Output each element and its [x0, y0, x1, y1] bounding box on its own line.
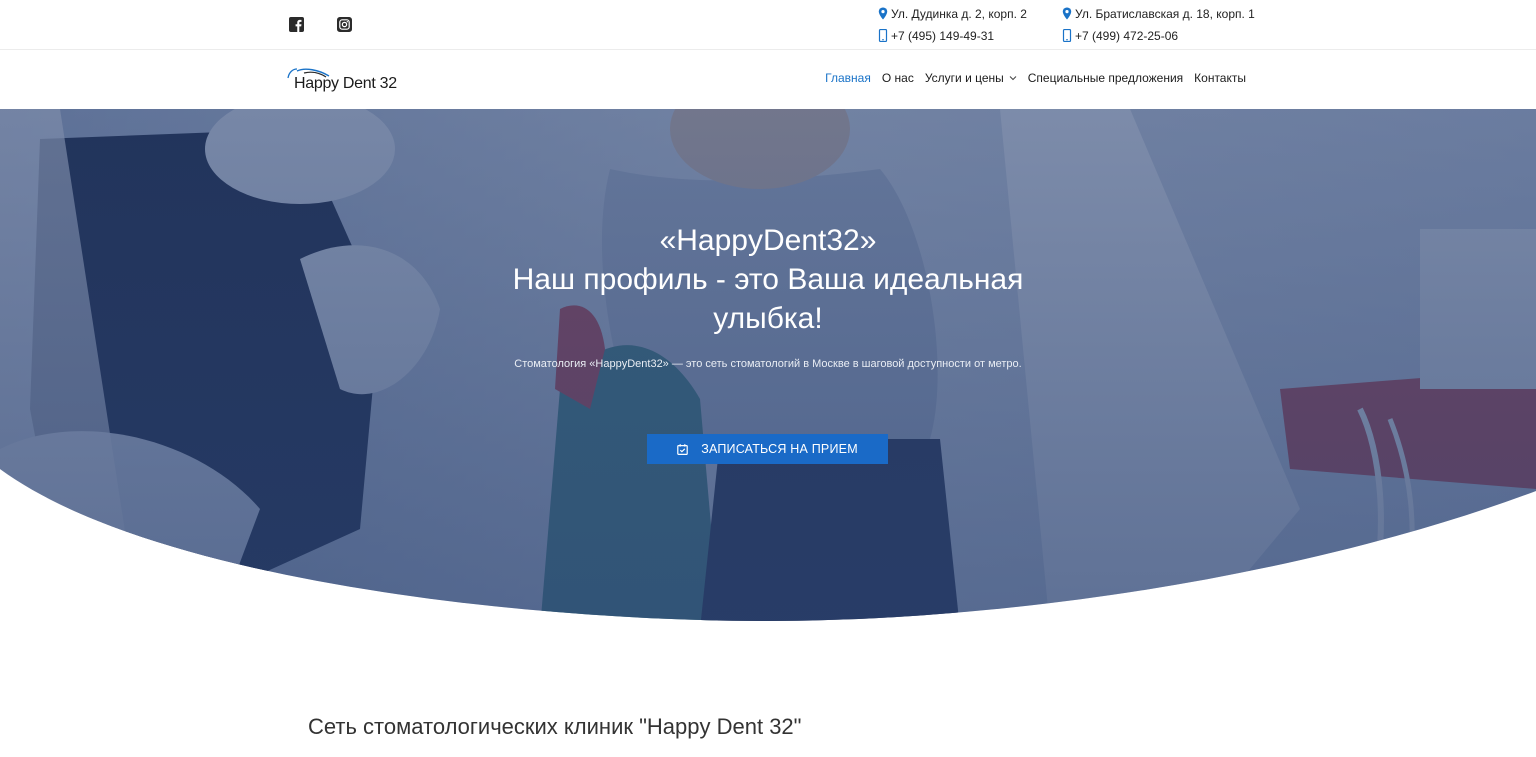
address-text: Ул. Дудинка д. 2, корп. 2	[891, 6, 1027, 21]
hero-title: «HappyDent32» Наш профиль - это Ваша иде…	[468, 221, 1068, 338]
mobile-phone-icon	[1061, 29, 1073, 42]
hero-content: «HappyDent32» Наш профиль - это Ваша иде…	[0, 109, 1536, 629]
top-bar: Ул. Дудинка д. 2, корп. 2 +7 (495) 149-4…	[0, 0, 1536, 50]
nav-item-contacts[interactable]: Контакты	[1194, 71, 1246, 85]
nav-item-home[interactable]: Главная	[825, 71, 871, 85]
site-header: Happy Dent 32 Главная О нас Услуги и цен…	[0, 51, 1536, 109]
nav-item-about[interactable]: О нас	[882, 71, 914, 85]
phone-line: +7 (499) 472-25-06	[1061, 27, 1255, 44]
address-line: Ул. Дудинка д. 2, корп. 2	[877, 5, 1027, 22]
instagram-icon[interactable]	[337, 17, 352, 32]
phone-link[interactable]: +7 (499) 472-25-06	[1075, 29, 1178, 43]
chevron-down-icon[interactable]	[1009, 74, 1017, 82]
hero-banner: «HappyDent32» Наш профиль - это Ваша иде…	[0, 109, 1536, 629]
hero-title-line2: Наш профиль - это Ваша идеальная улыбка!	[512, 263, 1024, 335]
phone-link[interactable]: +7 (495) 149-49-31	[891, 29, 994, 43]
phone-line: +7 (495) 149-49-31	[877, 27, 1027, 44]
address-text: Ул. Братиславская д. 18, корп. 1	[1075, 6, 1255, 21]
section-title: Сеть стоматологических клиник "Happy Den…	[308, 714, 802, 739]
hero-description: Стоматология «HappyDent32» — это сеть ст…	[514, 358, 1022, 370]
logo-text: Happy Dent 32	[294, 75, 397, 92]
nav-item-special-offers[interactable]: Специальные предложения	[1028, 71, 1183, 85]
hero-title-line1: «HappyDent32»	[659, 224, 877, 257]
facebook-icon[interactable]	[289, 17, 304, 32]
site-logo[interactable]: Happy Dent 32	[285, 64, 410, 96]
address-line: Ул. Братиславская д. 18, корп. 1	[1061, 5, 1255, 22]
location-1: Ул. Дудинка д. 2, корп. 2 +7 (495) 149-4…	[877, 5, 1027, 49]
main-nav: Главная О нас Услуги и цены Специальные …	[814, 71, 1246, 85]
book-appointment-button[interactable]: ЗАПИСАТЬСЯ НА ПРИЕМ	[647, 434, 888, 464]
mobile-phone-icon	[877, 29, 889, 42]
nav-item-services-label: Услуги и цены	[924, 71, 1004, 85]
nav-item-services[interactable]: Услуги и цены	[925, 71, 1017, 85]
book-appointment-label: ЗАПИСАТЬСЯ НА ПРИЕМ	[701, 442, 858, 456]
map-marker-icon	[877, 7, 889, 20]
calendar-check-icon	[677, 443, 688, 455]
map-marker-icon	[1061, 7, 1073, 20]
location-2: Ул. Братиславская д. 18, корп. 1 +7 (499…	[1061, 5, 1255, 49]
